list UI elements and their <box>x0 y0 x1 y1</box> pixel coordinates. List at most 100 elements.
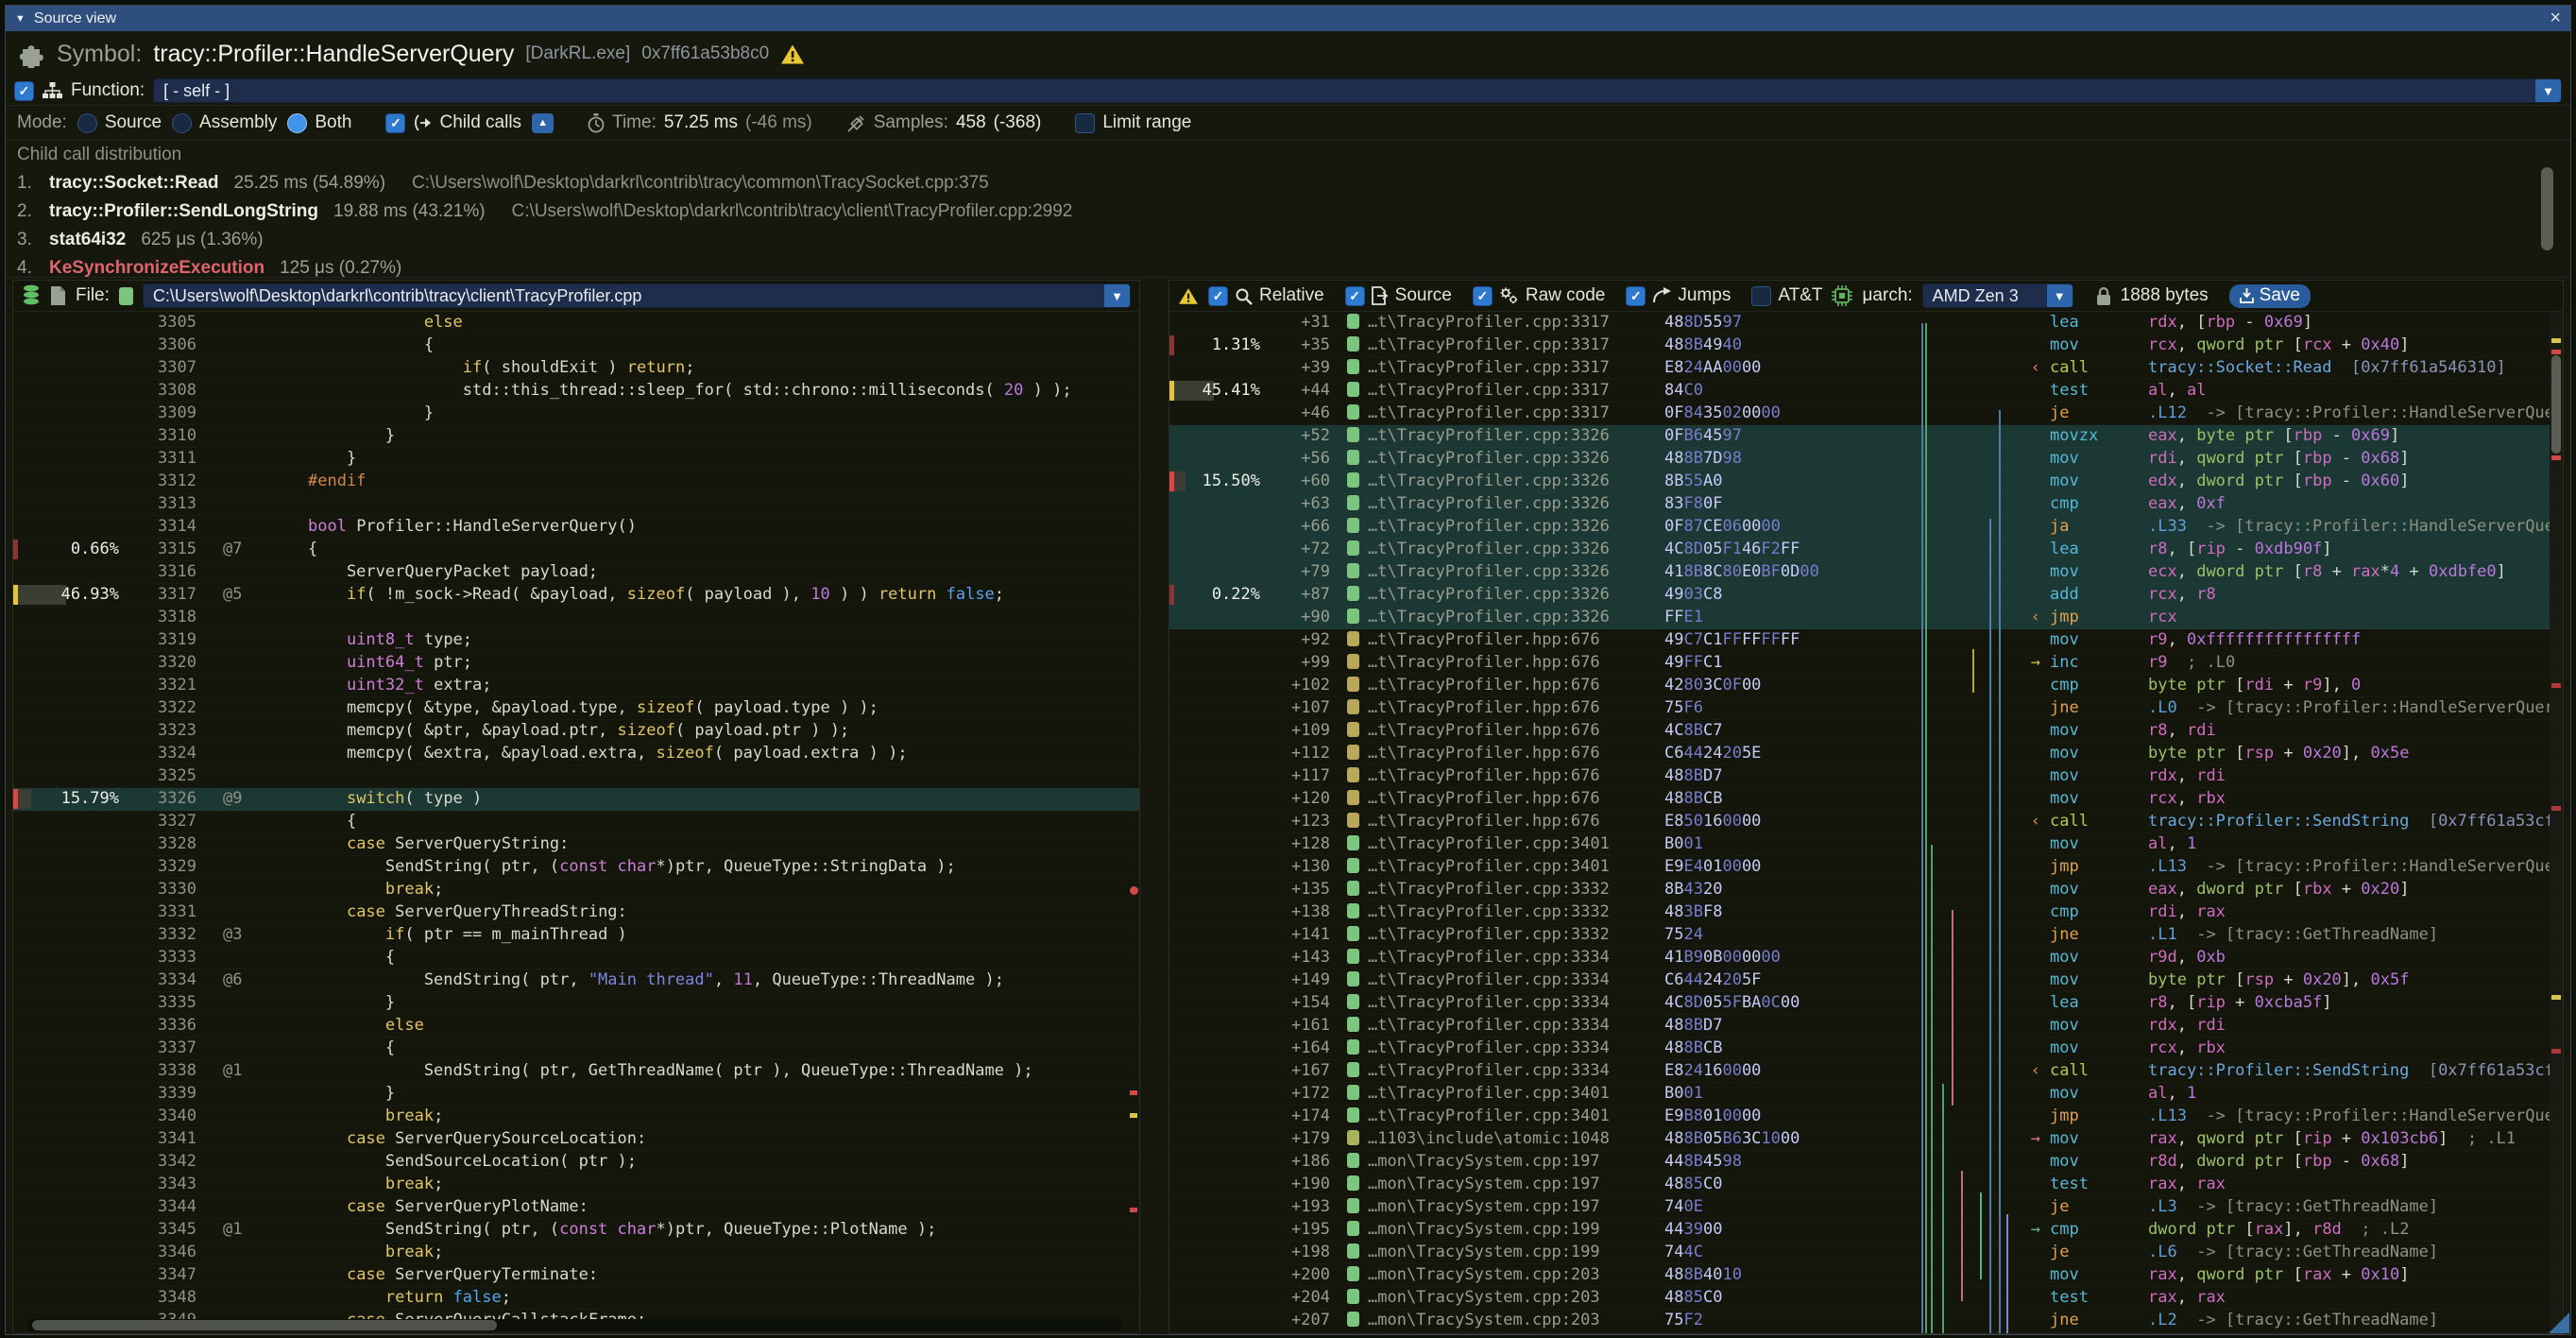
asm-source-location[interactable]: …t\TracyProfiler.cpp:3317 <box>1330 312 1661 334</box>
source-line-row[interactable]: 3307 if( shouldExit ) return; <box>13 357 1139 380</box>
asm-source-location[interactable]: …t\TracyProfiler.cpp:3326 <box>1330 584 1661 606</box>
radio-icon[interactable] <box>77 113 97 133</box>
checkbox-icon[interactable]: ✓ <box>1208 286 1228 306</box>
source-line-row[interactable]: 3318 <box>13 607 1139 629</box>
source-vertical-scrollbar[interactable] <box>1128 312 1139 1333</box>
source-line-row[interactable]: 3332@3 if( ptr == m_mainThread ) <box>13 924 1139 947</box>
toolbar-toggle-source[interactable]: ✓Source <box>1345 285 1452 306</box>
child-call-item[interactable]: 1.tracy::Socket::Read25.25 ms (54.89%)C:… <box>17 169 2559 197</box>
asm-source-location[interactable]: …t\TracyProfiler.cpp:3401 <box>1330 833 1661 855</box>
asm-source-location[interactable]: …t\TracyProfiler.cpp:3334 <box>1330 1060 1661 1082</box>
asm-row[interactable]: +141…t\TracyProfiler.cpp:33327524jne.L1 … <box>1169 924 2563 947</box>
toolbar-toggle-at-t[interactable]: AT&T <box>1751 285 1822 306</box>
asm-source-location[interactable]: …t\TracyProfiler.cpp:3326 <box>1330 448 1661 470</box>
asm-row[interactable]: +120…t\TracyProfiler.hpp:676488BCBmovrcx… <box>1169 788 2563 811</box>
child-call-item[interactable]: 2.tracy::Profiler::SendLongString19.88 m… <box>17 197 2559 226</box>
radio-icon[interactable] <box>287 113 307 133</box>
asm-source-location[interactable]: …mon\TracySystem.cpp:258 <box>1330 1332 1661 1333</box>
source-line-row[interactable]: 3333 { <box>13 947 1139 969</box>
asm-row[interactable]: 1.31%+35…t\TracyProfiler.cpp:3317488B494… <box>1169 334 2563 357</box>
uarch-combo[interactable]: AMD Zen 3 ▼ <box>1922 283 2073 308</box>
asm-source-location[interactable]: …t\TracyProfiler.cpp:3317 <box>1330 403 1661 424</box>
source-line-row[interactable]: 3330 break; <box>13 879 1139 901</box>
asm-row[interactable]: +154…t\TracyProfiler.cpp:33344C8D055FBA0… <box>1169 992 2563 1015</box>
asm-source-location[interactable]: …t\TracyProfiler.cpp:3326 <box>1330 493 1661 515</box>
asm-source-location[interactable]: …t\TracyProfiler.cpp:3326 <box>1330 516 1661 538</box>
source-line-row[interactable]: 3322 memcpy( &type, &payload.type, sizeo… <box>13 697 1139 720</box>
asm-source-location[interactable]: …t\TracyProfiler.cpp:3401 <box>1330 1083 1661 1105</box>
resize-handle[interactable] <box>2549 1312 2569 1333</box>
asm-source-location[interactable]: …t\TracyProfiler.cpp:3334 <box>1330 947 1661 969</box>
ccd-scrollbar[interactable] <box>2541 167 2553 250</box>
chevron-down-icon[interactable]: ▼ <box>2047 284 2073 307</box>
source-line-row[interactable]: 3347 case ServerQueryTerminate: <box>13 1264 1139 1287</box>
asm-row[interactable]: +39…t\TracyProfiler.cpp:3317E824AA0000‹c… <box>1169 357 2563 380</box>
asm-row[interactable]: +117…t\TracyProfiler.hpp:676488BD7movrdx… <box>1169 765 2563 788</box>
asm-source-location[interactable]: …mon\TracySystem.cpp:203 <box>1330 1264 1661 1286</box>
source-line-row[interactable]: 3312#endif <box>13 471 1139 493</box>
chevron-down-icon[interactable]: ▼ <box>2535 79 2561 102</box>
checkbox-icon[interactable]: ✓ <box>1626 286 1646 306</box>
asm-source-location[interactable]: …t\TracyProfiler.cpp:3326 <box>1330 471 1661 492</box>
asm-row[interactable]: +79…t\TracyProfiler.cpp:3326418B8C80E0BF… <box>1169 561 2563 584</box>
toolbar-toggle-raw-code[interactable]: ✓Raw code <box>1473 285 1606 306</box>
asm-row[interactable]: +193…mon\TracySystem.cpp:197740Eje.L3 ->… <box>1169 1196 2563 1219</box>
asm-source-location[interactable]: …t\TracyProfiler.cpp:3401 <box>1330 1106 1661 1127</box>
source-line-row[interactable]: 3345@1 SendString( ptr, (const char*)ptr… <box>13 1219 1139 1242</box>
file-combo[interactable]: C:\Users\wolf\Desktop\darkrl\contrib\tra… <box>143 283 1131 308</box>
asm-source-location[interactable]: …t\TracyProfiler.hpp:676 <box>1330 743 1661 764</box>
asm-source-location[interactable]: …mon\TracySystem.cpp:203 <box>1330 1287 1661 1309</box>
asm-source-location[interactable]: …t\TracyProfiler.cpp:3332 <box>1330 924 1661 946</box>
child-call-item[interactable]: 4.KeSynchronizeExecution125 μs (0.27%) <box>17 254 2559 278</box>
source-line-row[interactable]: 3329 SendString( ptr, (const char*)ptr, … <box>13 856 1139 879</box>
asm-row[interactable]: +209…mon\TracySystem.cpp:258488D35E88610… <box>1169 1332 2563 1333</box>
source-horizontal-scrollbar[interactable] <box>26 1319 1122 1331</box>
asm-source-location[interactable]: …t\TracyProfiler.cpp:3317 <box>1330 380 1661 402</box>
asm-source-location[interactable]: …t\TracyProfiler.cpp:3332 <box>1330 901 1661 923</box>
source-line-row[interactable]: 3337 { <box>13 1038 1139 1060</box>
asm-source-location[interactable]: …t\TracyProfiler.hpp:676 <box>1330 788 1661 810</box>
asm-source-location[interactable]: …t\TracyProfiler.cpp:3334 <box>1330 1015 1661 1037</box>
function-combo[interactable]: [ - self - ] ▼ <box>153 78 2562 103</box>
asm-row[interactable]: +174…t\TracyProfiler.cpp:3401E9B8010000j… <box>1169 1106 2563 1128</box>
toolbar-toggle-relative[interactable]: ✓Relative <box>1208 285 1324 306</box>
asm-row[interactable]: +167…t\TracyProfiler.cpp:3334E824160000‹… <box>1169 1060 2563 1083</box>
source-line-row[interactable]: 3308 std::this_thread::sleep_for( std::c… <box>13 380 1139 403</box>
function-checkbox[interactable]: ✓ <box>14 81 34 101</box>
source-line-row[interactable]: 3334@6 SendString( ptr, "Main thread", 1… <box>13 969 1139 992</box>
source-line-row[interactable]: 3325 <box>13 765 1139 788</box>
asm-row[interactable]: +179…1103\include\atomic:1048488B05B63C1… <box>1169 1128 2563 1151</box>
asm-row[interactable]: 45.41%+44…t\TracyProfiler.cpp:331784C0te… <box>1169 380 2563 403</box>
source-line-row[interactable]: 3309 } <box>13 403 1139 425</box>
source-line-row[interactable]: 3350 QueueCallstackFrame( ptr ); <box>13 1332 1139 1333</box>
source-line-row[interactable]: 3331 case ServerQueryThreadString: <box>13 901 1139 924</box>
source-line-row[interactable]: 3324 memcpy( &extra, &payload.extra, siz… <box>13 743 1139 765</box>
asm-source-location[interactable]: …t\TracyProfiler.hpp:676 <box>1330 629 1661 651</box>
source-line-row[interactable]: 3335 } <box>13 992 1139 1015</box>
source-line-row[interactable]: 3343 break; <box>13 1174 1139 1196</box>
radio-icon[interactable] <box>172 113 192 133</box>
source-line-row[interactable]: 3344 case ServerQueryPlotName: <box>13 1196 1139 1219</box>
asm-row[interactable]: +99…t\TracyProfiler.hpp:67649FFC1→incr9 … <box>1169 652 2563 675</box>
asm-row[interactable]: +135…t\TracyProfiler.cpp:33328B4320movea… <box>1169 879 2563 901</box>
asm-source-location[interactable]: …t\TracyProfiler.cpp:3326 <box>1330 561 1661 583</box>
asm-row[interactable]: +149…t\TracyProfiler.cpp:3334C64424205Fm… <box>1169 969 2563 992</box>
asm-row[interactable]: +130…t\TracyProfiler.cpp:3401E9E4010000j… <box>1169 856 2563 879</box>
child-call-item[interactable]: 3.stat64i32625 μs (1.36%) <box>17 226 2559 254</box>
asm-source-location[interactable]: …t\TracyProfiler.cpp:3332 <box>1330 879 1661 901</box>
asm-source-location[interactable]: …t\TracyProfiler.cpp:3401 <box>1330 856 1661 878</box>
asm-source-location[interactable]: …t\TracyProfiler.cpp:3317 <box>1330 334 1661 356</box>
asm-row[interactable]: +46…t\TracyProfiler.cpp:33170F8435020000… <box>1169 403 2563 425</box>
checkbox-icon[interactable] <box>1075 113 1095 133</box>
asm-source-location[interactable]: …mon\TracySystem.cpp:199 <box>1330 1242 1661 1263</box>
mode-radio-both[interactable]: Both <box>287 112 351 133</box>
asm-row[interactable]: +128…t\TracyProfiler.cpp:3401B001moval, … <box>1169 833 2563 856</box>
asm-row[interactable]: 15.50%+60…t\TracyProfiler.cpp:33268B55A0… <box>1169 471 2563 493</box>
asm-row[interactable]: +56…t\TracyProfiler.cpp:3326488B7D98movr… <box>1169 448 2563 471</box>
asm-source-location[interactable]: …t\TracyProfiler.hpp:676 <box>1330 720 1661 742</box>
asm-row[interactable]: +90…t\TracyProfiler.cpp:3326FFE1‹jmprcx <box>1169 607 2563 629</box>
source-line-row[interactable]: 3336 else <box>13 1015 1139 1038</box>
source-line-row[interactable]: 46.93%3317@5 if( !m_sock->Read( &payload… <box>13 584 1139 607</box>
asm-source-location[interactable]: …mon\TracySystem.cpp:197 <box>1330 1196 1661 1218</box>
source-line-row[interactable]: 3341 case ServerQuerySourceLocation: <box>13 1128 1139 1151</box>
